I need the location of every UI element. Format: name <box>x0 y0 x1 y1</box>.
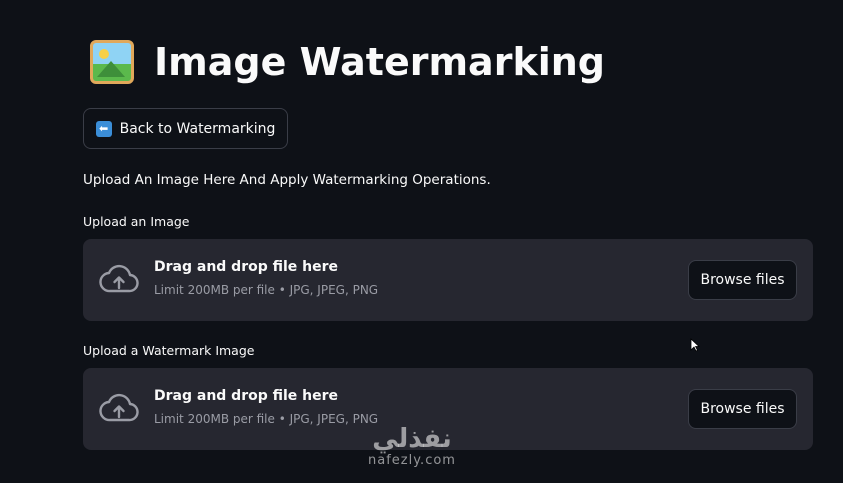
intro-text: Upload An Image Here And Apply Watermark… <box>83 172 491 188</box>
app-page: Image Watermarking ⬅ Back to Watermarkin… <box>0 0 843 483</box>
page-header: Image Watermarking <box>90 40 605 84</box>
page-title: Image Watermarking <box>154 40 605 84</box>
dropzone-limit: Limit 200MB per file • JPG, JPEG, PNG <box>154 412 379 426</box>
dropzone-title: Drag and drop file here <box>154 388 339 404</box>
browse-files-button[interactable]: Browse files <box>688 260 797 300</box>
back-to-watermarking-button[interactable]: ⬅ Back to Watermarking <box>83 108 288 149</box>
cloud-upload-icon <box>99 264 139 293</box>
dropzone-instructions: Drag and drop file here Limit 200MB per … <box>154 388 378 426</box>
mouse-cursor-icon <box>690 338 700 352</box>
browse-files-button[interactable]: Browse files <box>688 389 797 429</box>
dropzone-instructions: Drag and drop file here Limit 200MB per … <box>154 259 378 297</box>
dropzone-limit: Limit 200MB per file • JPG, JPEG, PNG <box>154 283 379 297</box>
image-dropzone[interactable]: Drag and drop file here Limit 200MB per … <box>83 239 813 321</box>
framed-picture-icon <box>90 40 134 84</box>
upload-image-label: Upload an Image <box>83 214 190 229</box>
left-arrow-icon: ⬅ <box>95 120 112 137</box>
overlay-watermark: نفذلي nafezly.com <box>368 425 456 468</box>
watermark-arabic-text: نفذلي <box>372 424 452 454</box>
cloud-upload-icon <box>99 393 139 422</box>
back-button-label: Back to Watermarking <box>119 120 276 137</box>
watermark-latin-text: nafezly.com <box>368 453 456 468</box>
dropzone-title: Drag and drop file here <box>154 259 339 275</box>
upload-watermark-label: Upload a Watermark Image <box>83 343 255 358</box>
